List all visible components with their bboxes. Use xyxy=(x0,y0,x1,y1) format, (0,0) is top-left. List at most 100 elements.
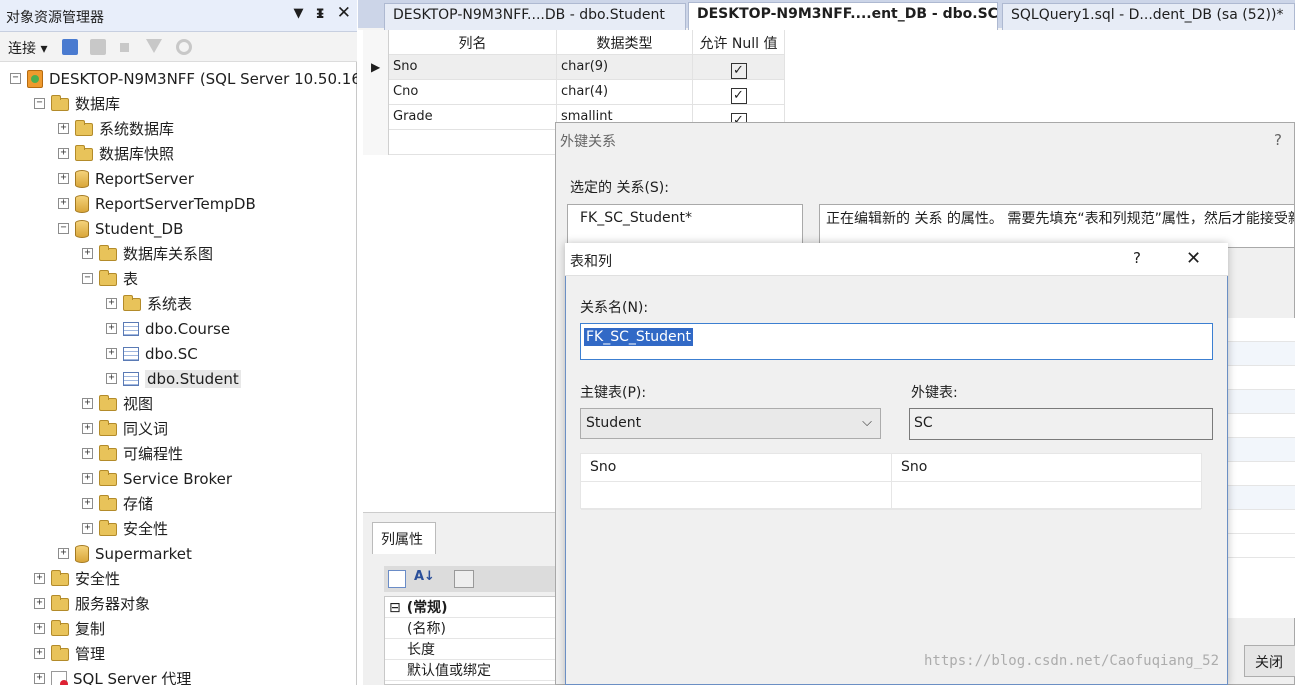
data-type-cell[interactable]: char(9) xyxy=(557,55,693,80)
row-selector[interactable] xyxy=(363,105,389,130)
expand-icon[interactable]: + xyxy=(82,248,93,259)
tree-node[interactable]: + 可编程性 xyxy=(82,441,183,466)
categorized-icon[interactable] xyxy=(388,570,406,588)
property-row[interactable] xyxy=(1228,510,1295,534)
property-row[interactable] xyxy=(1228,486,1295,510)
expand-icon[interactable]: + xyxy=(82,448,93,459)
property-length-row[interactable]: 长度 xyxy=(385,639,565,660)
close-icon[interactable]: ✕ xyxy=(337,3,351,23)
expand-icon[interactable]: + xyxy=(34,598,45,609)
expand-icon[interactable]: + xyxy=(82,523,93,534)
tree-node[interactable]: + 服务器对象 xyxy=(34,591,150,616)
expand-icon[interactable]: + xyxy=(58,173,69,184)
expand-icon[interactable]: + xyxy=(106,348,117,359)
collapse-icon[interactable]: − xyxy=(82,273,93,284)
property-pages-icon[interactable] xyxy=(454,570,474,588)
tree-node[interactable]: − 数据库 xyxy=(34,91,120,116)
property-category-general[interactable]: ⊟ (常规) xyxy=(385,597,565,618)
filter-icon[interactable] xyxy=(146,39,162,53)
help-icon[interactable]: ? xyxy=(1133,249,1141,267)
tree-node[interactable]: + 系统表 xyxy=(106,291,192,316)
property-row[interactable] xyxy=(1228,534,1295,558)
pk-column-cell[interactable]: Sno xyxy=(581,454,891,482)
close-button[interactable]: 关闭 xyxy=(1244,645,1295,677)
tree-node[interactable]: + 存储 xyxy=(82,491,153,516)
pk-column-cell[interactable] xyxy=(581,482,891,510)
collapse-icon[interactable]: − xyxy=(34,98,45,109)
tree-node[interactable]: + dbo.SC xyxy=(106,341,198,366)
tree-node[interactable]: + 复制 xyxy=(34,616,105,641)
expand-icon[interactable]: + xyxy=(58,548,69,559)
collapse-icon[interactable]: − xyxy=(10,73,21,84)
expand-icon[interactable]: + xyxy=(82,398,93,409)
expand-icon[interactable]: + xyxy=(34,648,45,659)
tab-student-designer[interactable]: DESKTOP-N9M3NFF....DB - dbo.Student xyxy=(384,3,686,30)
column-name-cell[interactable]: Grade xyxy=(389,105,557,130)
expand-icon[interactable]: + xyxy=(82,423,93,434)
table-row[interactable]: ▶ Sno char(9) ✓ xyxy=(363,55,785,80)
allow-null-cell[interactable]: ✓ xyxy=(693,55,785,80)
tree-node[interactable]: − Student_DB xyxy=(58,216,183,241)
property-row[interactable] xyxy=(1228,342,1295,366)
stop-icon[interactable] xyxy=(120,43,129,52)
chevron-down-icon[interactable]: ⌵ xyxy=(862,415,872,430)
property-name-row[interactable]: (名称) xyxy=(385,618,565,639)
expand-icon[interactable]: + xyxy=(34,673,45,684)
column-name-cell[interactable]: Sno xyxy=(389,55,557,80)
fk-column-cell[interactable] xyxy=(892,482,1201,510)
row-selector[interactable]: ▶ xyxy=(363,55,389,80)
tree-node[interactable]: + 视图 xyxy=(82,391,153,416)
property-row[interactable] xyxy=(1228,390,1295,414)
relationship-list-item[interactable]: FK_SC_Student* xyxy=(580,210,692,226)
tree-node[interactable]: + dbo.Student xyxy=(106,366,241,391)
connect-server-icon[interactable] xyxy=(62,39,78,55)
alphabetical-sort-icon[interactable]: A↓ xyxy=(414,569,435,584)
expand-icon[interactable]: + xyxy=(82,473,93,484)
property-row[interactable] xyxy=(1228,414,1295,438)
tree-node[interactable]: + 数据库关系图 xyxy=(82,241,213,266)
tree-node[interactable]: + ReportServerTempDB xyxy=(58,191,256,216)
expand-icon[interactable]: + xyxy=(106,373,117,384)
expand-icon[interactable]: + xyxy=(82,498,93,509)
disconnect-icon[interactable] xyxy=(90,39,106,55)
tree-node[interactable]: + Service Broker xyxy=(82,466,232,491)
expand-icon[interactable]: + xyxy=(34,573,45,584)
property-row[interactable] xyxy=(1228,318,1295,342)
relationship-list[interactable]: FK_SC_Student* xyxy=(567,204,803,248)
primary-key-table-select[interactable]: Student ⌵ xyxy=(580,408,881,439)
row-selector[interactable] xyxy=(363,80,389,105)
tree-node[interactable]: − DESKTOP-N9M3NFF (SQL Server 10.50.1600 … xyxy=(10,66,357,91)
collapse-icon[interactable]: − xyxy=(58,223,69,234)
fk-column-cell[interactable]: Sno xyxy=(892,454,1201,482)
tree-node[interactable]: + 安全性 xyxy=(34,566,120,591)
row-selector[interactable] xyxy=(363,130,389,155)
tree-node[interactable]: + Supermarket xyxy=(58,541,192,566)
tab-sc-designer[interactable]: DESKTOP-N9M3NFF....ent_DB - dbo.SC* xyxy=(688,2,998,30)
tree-node[interactable]: + dbo.Course xyxy=(106,316,230,341)
dropdown-icon[interactable]: ▼ xyxy=(293,3,303,23)
property-row[interactable] xyxy=(1228,366,1295,390)
pin-icon[interactable]: ᵻ xyxy=(315,3,324,23)
expand-icon[interactable]: + xyxy=(106,323,117,334)
table-row[interactable]: Cno char(4) ✓ xyxy=(363,80,785,105)
column-name-cell[interactable]: Cno xyxy=(389,80,557,105)
tree-node[interactable]: + 安全性 xyxy=(82,516,168,541)
tree-node[interactable]: + 管理 xyxy=(34,641,105,666)
help-icon[interactable]: ? xyxy=(1274,131,1282,149)
property-row[interactable] xyxy=(1228,462,1295,486)
tab-column-properties[interactable]: 列属性 xyxy=(372,522,436,554)
tree-node[interactable]: + 数据库快照 xyxy=(58,141,174,166)
expand-icon[interactable]: + xyxy=(58,198,69,209)
refresh-icon[interactable] xyxy=(176,39,192,55)
property-default-row[interactable]: 默认值或绑定 xyxy=(385,660,565,681)
allow-null-checkbox[interactable]: ✓ xyxy=(730,88,747,104)
data-type-cell[interactable]: char(4) xyxy=(557,80,693,105)
expand-icon[interactable]: + xyxy=(106,298,117,309)
tree-node[interactable]: + SQL Server 代理 xyxy=(34,666,191,685)
expand-icon[interactable]: + xyxy=(58,148,69,159)
property-row[interactable] xyxy=(1228,438,1295,462)
close-icon[interactable]: ✕ xyxy=(1186,248,1201,269)
collapse-icon[interactable]: ⊟ xyxy=(389,600,401,616)
allow-null-cell[interactable]: ✓ xyxy=(693,80,785,105)
tab-sql-query[interactable]: SQLQuery1.sql - D...dent_DB (sa (52))* xyxy=(1002,3,1295,30)
